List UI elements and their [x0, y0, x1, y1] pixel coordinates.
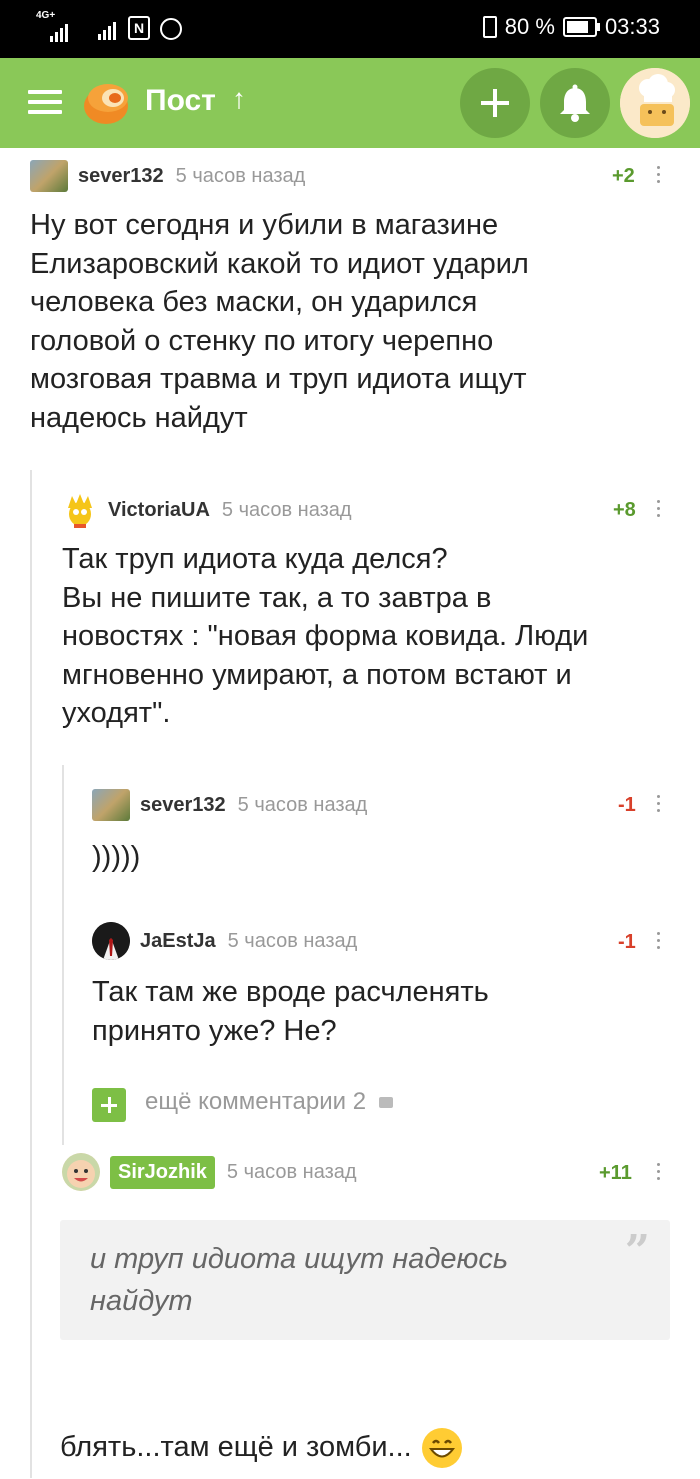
- more-options-icon[interactable]: [655, 795, 661, 817]
- vibrate-icon: [482, 16, 497, 38]
- more-comments-label: ещё комментарии 2: [145, 1088, 367, 1115]
- username[interactable]: JaEstJa: [140, 930, 216, 953]
- comment-header: JaEstJa 5 часов назад: [92, 922, 358, 960]
- comment-time: 5 часов назад: [237, 793, 368, 816]
- grinning-emoji-icon: [421, 1428, 462, 1469]
- menu-icon[interactable]: [28, 90, 62, 114]
- comment-text-line: блять...там ещё и зомби...: [60, 1428, 680, 1469]
- comment-rating[interactable]: +2: [612, 165, 635, 188]
- thread-line: [62, 765, 64, 1145]
- comment-time: 5 часов назад: [226, 1160, 357, 1183]
- comment-time: 5 часов назад: [221, 498, 352, 521]
- comment-rating[interactable]: -1: [618, 794, 636, 817]
- suit-avatar-icon: [92, 922, 130, 960]
- thread-line: [30, 470, 32, 1478]
- comment-text: ))))): [92, 841, 141, 873]
- comment-text: блять...там ещё и зомби...: [60, 1431, 412, 1463]
- comment-rating[interactable]: +8: [613, 499, 636, 522]
- lisa-avatar-icon: [68, 494, 92, 528]
- page-title[interactable]: Пост: [145, 84, 216, 118]
- more-comments-link[interactable]: ещё комментарии 2: [145, 1088, 393, 1116]
- signal-indicators: 4G+ N: [36, 10, 182, 44]
- comment-rating[interactable]: +11: [599, 1162, 632, 1185]
- comment-text: Ну вот сегодня и убили в магазине Елизар…: [30, 209, 529, 434]
- comment-text: Так труп идиота куда делся? Вы не пишите…: [62, 543, 589, 729]
- avatar[interactable]: [92, 922, 130, 960]
- status-bar: 4G+ N 80 % 03:33: [0, 0, 700, 58]
- baby-avatar-icon: [62, 1153, 100, 1191]
- more-options-icon[interactable]: [655, 1163, 661, 1185]
- avatar[interactable]: [30, 160, 68, 192]
- username-author-badge[interactable]: SirJozhik: [110, 1155, 215, 1189]
- signal-icon: [50, 20, 68, 42]
- comment-header: VictoriaUA 5 часов назад: [62, 492, 352, 528]
- comment-rating[interactable]: -1: [618, 931, 636, 954]
- avatar[interactable]: [92, 789, 130, 821]
- more-options-icon[interactable]: [655, 500, 661, 522]
- username[interactable]: VictoriaUA: [108, 499, 210, 522]
- battery-icon: [562, 17, 600, 37]
- add-post-button[interactable]: [460, 68, 530, 138]
- nfc-icon: N: [128, 16, 150, 40]
- comment-header: SirJozhik 5 часов назад: [62, 1153, 357, 1191]
- comment-header: sever132 5 часов назад: [30, 158, 305, 194]
- avatar[interactable]: [62, 492, 98, 528]
- expand-comments-button[interactable]: [92, 1088, 126, 1122]
- avatar[interactable]: [62, 1153, 100, 1191]
- arrow-up-icon[interactable]: ↑: [232, 83, 246, 115]
- quote-block: и труп идиота ищут надеюсь найдут ”: [60, 1220, 670, 1340]
- comment-text: Так там же вроде расчленять принято уже?…: [92, 976, 489, 1047]
- comment-header: sever132 5 часов назад: [92, 787, 367, 823]
- comment-icon: [378, 1097, 393, 1109]
- app-bar: Пост ↑: [0, 58, 700, 148]
- quote-text: и труп идиота ищут надеюсь найдут: [90, 1243, 509, 1317]
- battery-percent: 80 %: [504, 14, 555, 39]
- comment-time: 5 часов назад: [227, 929, 358, 952]
- more-options-icon[interactable]: [655, 166, 661, 188]
- username[interactable]: sever132: [140, 794, 226, 817]
- more-options-icon[interactable]: [655, 932, 661, 954]
- quote-icon: ”: [624, 1226, 650, 1277]
- username[interactable]: sever132: [78, 165, 164, 188]
- clock: 03:33: [604, 14, 660, 39]
- signal-2-icon: [98, 18, 116, 40]
- pikabu-logo[interactable]: [80, 76, 132, 128]
- comment-time: 5 часов назад: [175, 164, 306, 187]
- notifications-button[interactable]: [540, 68, 610, 138]
- status-right: 80 % 03:33: [482, 14, 660, 40]
- alarm-icon: [160, 18, 182, 40]
- chef-avatar-icon: [620, 68, 690, 138]
- bell-icon: [560, 84, 590, 122]
- user-avatar[interactable]: [620, 68, 690, 138]
